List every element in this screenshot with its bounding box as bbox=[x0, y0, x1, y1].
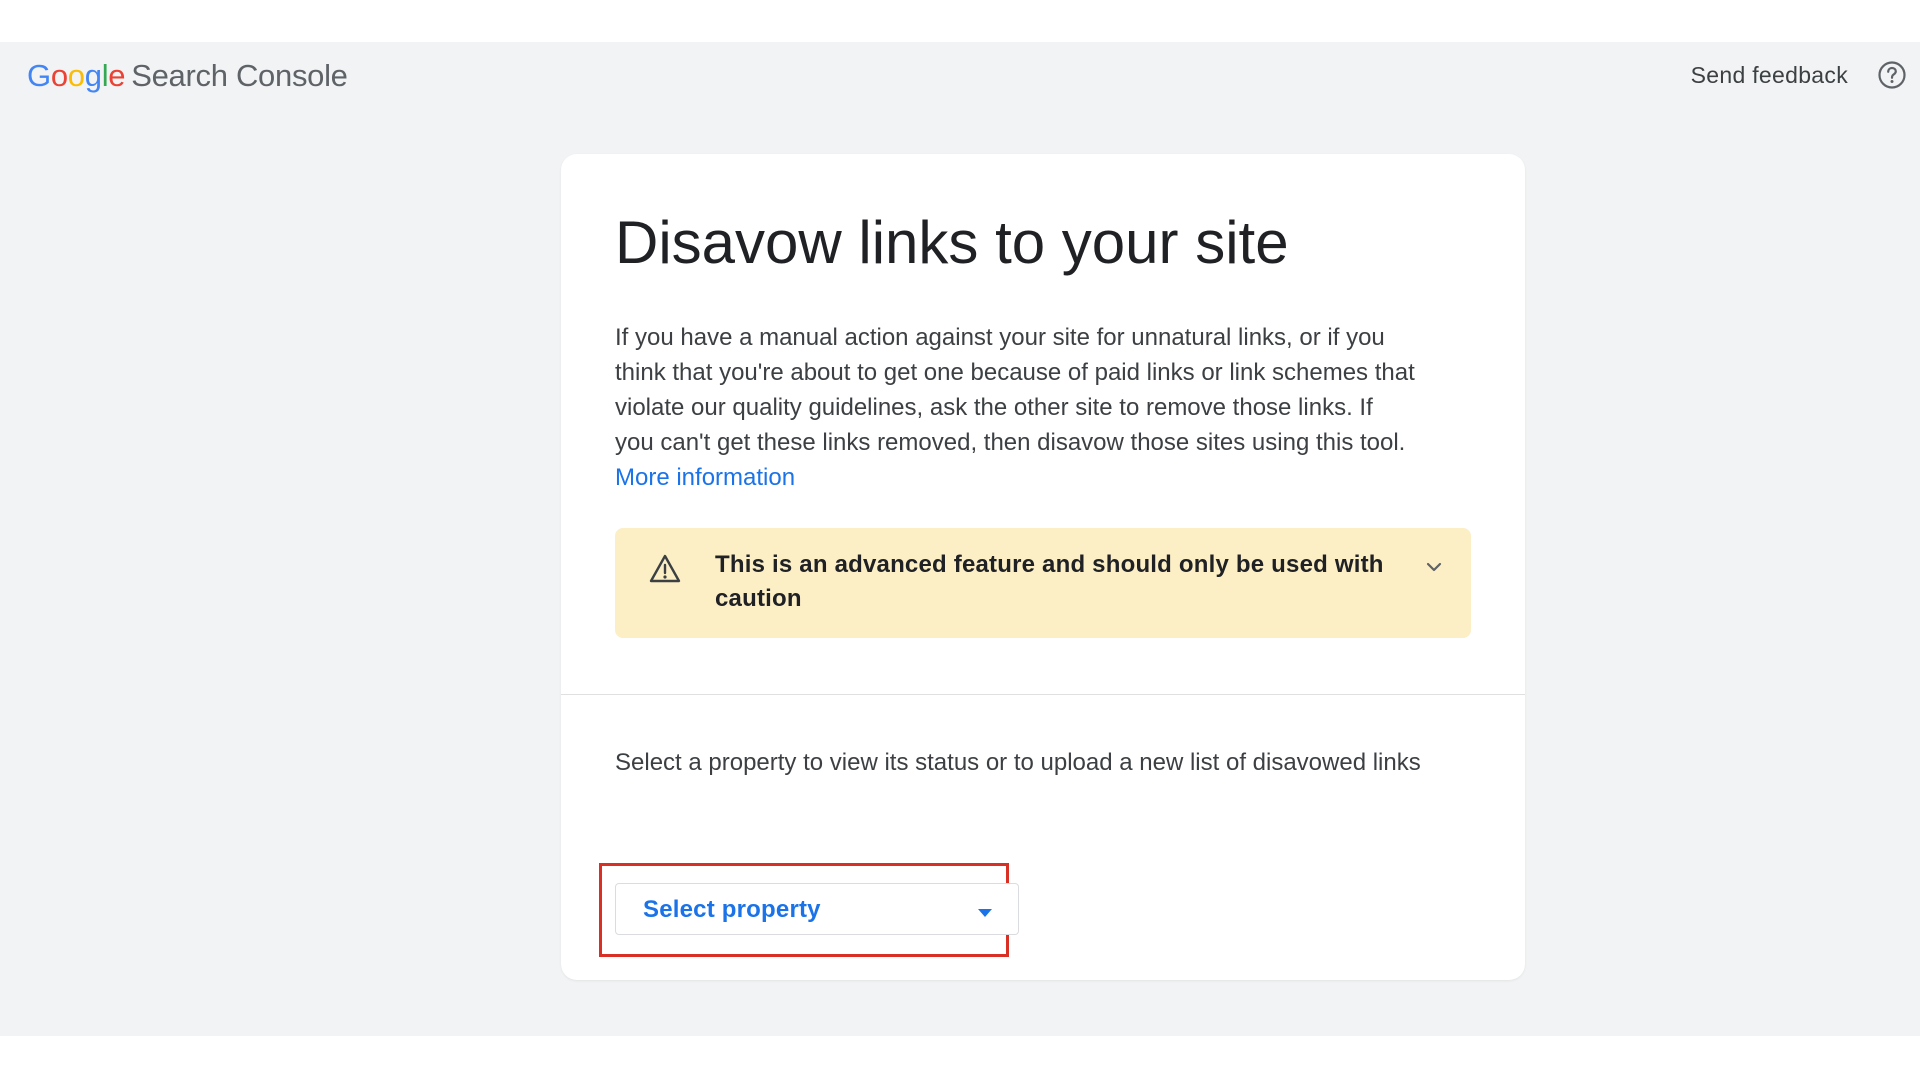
section-divider bbox=[561, 694, 1525, 695]
search-console-logo[interactable]: Google Search Console bbox=[27, 56, 348, 96]
page-title: Disavow links to your site bbox=[615, 209, 1289, 276]
help-icon[interactable] bbox=[1876, 59, 1908, 91]
warning-text: This is an advanced feature and should o… bbox=[715, 551, 1384, 612]
app-frame: Google Search Console Send feedback Disav… bbox=[0, 42, 1920, 1036]
logo-letter: o bbox=[67, 58, 85, 93]
logo-letter: G bbox=[27, 58, 51, 93]
disavow-card: Disavow links to your site If you have a… bbox=[561, 154, 1525, 980]
warning-triangle-icon bbox=[648, 552, 682, 586]
more-information-link[interactable]: More information bbox=[615, 464, 795, 491]
send-feedback-button[interactable]: Send feedback bbox=[1691, 58, 1848, 92]
warning-banner[interactable]: This is an advanced feature and should o… bbox=[615, 528, 1471, 638]
select-property-label: Select property bbox=[643, 896, 821, 923]
logo-letter: o bbox=[50, 58, 68, 93]
description-body: If you have a manual action against your… bbox=[615, 324, 1415, 456]
top-bar: Google Search Console Send feedback bbox=[0, 42, 1920, 110]
select-property-prompt: Select a property to view its status or … bbox=[615, 749, 1421, 776]
select-property-dropdown[interactable]: Select property bbox=[615, 883, 1019, 935]
description-text: If you have a manual action against your… bbox=[615, 320, 1415, 495]
logo-letter: g bbox=[84, 58, 102, 93]
logo-letter: e bbox=[108, 58, 126, 93]
dropdown-arrow-icon bbox=[978, 904, 992, 917]
chevron-down-icon[interactable] bbox=[1423, 556, 1445, 578]
product-name: Search Console bbox=[131, 58, 348, 93]
